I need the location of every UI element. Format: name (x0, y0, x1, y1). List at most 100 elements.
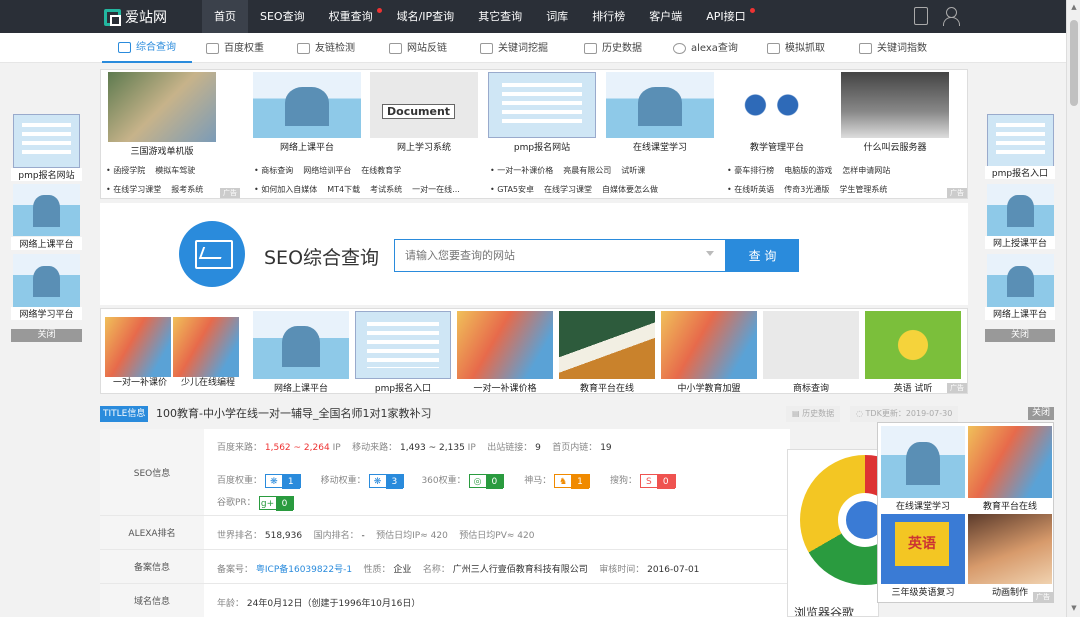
ad-tag[interactable]: 广告 (1033, 592, 1053, 602)
baidu-weight-badge[interactable]: ❋ 1 (264, 473, 301, 489)
ad-link[interactable]: 在线学习课堂 (544, 185, 592, 194)
ad-link[interactable]: 一对一在线... (412, 185, 460, 194)
ad-image[interactable] (105, 317, 171, 377)
ad-image[interactable] (841, 72, 949, 138)
ad-image[interactable] (355, 311, 451, 379)
nav-seo-query[interactable]: SEO查询 (248, 0, 317, 33)
scroll-up-icon[interactable]: ▲ (1070, 3, 1078, 11)
ad-image[interactable] (13, 114, 80, 168)
search-button[interactable]: 查 询 (726, 239, 799, 272)
ad-image[interactable] (13, 184, 80, 236)
ad-tag[interactable]: 广告 (947, 383, 967, 393)
ad-caption[interactable]: pmp报名网站 (11, 168, 82, 181)
ad-link[interactable]: 考试系统 (370, 185, 402, 194)
ad-image[interactable] (606, 72, 714, 138)
nav-weight-query[interactable]: 权重查询 (317, 0, 385, 33)
ad-image[interactable] (457, 311, 553, 379)
tab-friend-link[interactable]: 友链检测 (297, 33, 355, 63)
ad-image[interactable] (173, 317, 239, 377)
ad-image[interactable] (661, 311, 757, 379)
shenma-badge[interactable]: ♞ 1 (554, 473, 590, 489)
mobile-icon[interactable] (914, 7, 928, 25)
right-side-ad[interactable]: pmp报名入口 网上授课平台 网络上课平台 (985, 109, 1055, 328)
ad-link[interactable]: 学生管理系统 (839, 185, 887, 194)
mobile-from-value[interactable]: 1,493 ~ 2,135 (400, 443, 465, 453)
ad-caption[interactable]: 三年级英语复习 (881, 585, 965, 598)
ad-link[interactable]: 函授学院 (113, 166, 145, 175)
tab-crawl-sim[interactable]: 模拟抓取 (767, 33, 825, 63)
ad-caption[interactable]: 教育平台在线 (968, 499, 1052, 512)
ad-link[interactable]: 网络培训平台 (303, 166, 351, 175)
nav-ranking[interactable]: 排行榜 (580, 0, 637, 33)
ad-image[interactable] (987, 184, 1054, 236)
ad-caption[interactable]: 少儿在线编程 (173, 375, 243, 388)
ad-caption[interactable]: 网络上课平台 (985, 307, 1055, 320)
ad-link[interactable]: 传奇3光通版 (784, 185, 829, 194)
ad-link[interactable]: 电脑版的游戏 (784, 166, 832, 175)
outlinks-value[interactable]: 9 (535, 443, 541, 453)
mid-ad-banner[interactable]: 一对一补课价 少儿在线编程 网络上课平台 pmp报名入口 一对一补课价格 教育平… (100, 308, 968, 394)
ad-image[interactable] (987, 254, 1054, 307)
tdk-update[interactable]: ◌ TDK更新：2019-07-30 (850, 406, 959, 422)
ad-link[interactable]: 豪车排行榜 (734, 166, 774, 175)
ad-link[interactable]: 如何加入自媒体 (261, 185, 317, 194)
page-scrollbar[interactable]: ▲ ▼ (1066, 0, 1080, 617)
left-ad-close-button[interactable]: 关闭 (11, 329, 82, 342)
ad-link[interactable]: 自媒体要怎么做 (602, 185, 658, 194)
tab-keyword-mining[interactable]: 关键词挖掘 (480, 33, 548, 63)
history-data-button[interactable]: ▤ 历史数据 (786, 406, 841, 422)
ad-link[interactable]: MT4下载 (327, 185, 360, 194)
ad-caption[interactable]: 三国游戏单机版 (108, 144, 216, 157)
ad-caption[interactable]: 一对一补课价格 (457, 381, 553, 394)
nav-api[interactable]: API接口 (694, 0, 757, 33)
ad-caption[interactable]: 网络上课平台 (253, 140, 361, 153)
ad-image[interactable] (968, 514, 1052, 584)
ad-link[interactable]: 怎样申请网站 (842, 166, 890, 175)
tab-baidu-weight[interactable]: 百度权重 (206, 33, 264, 63)
ad-caption[interactable]: 商标查询 (763, 381, 859, 394)
ad-image[interactable]: 英语 (881, 514, 965, 584)
scroll-thumb[interactable] (1070, 20, 1078, 106)
ad-caption[interactable]: 网络学习平台 (11, 307, 82, 320)
right-ad-close-button[interactable]: 关闭 (985, 329, 1055, 342)
tab-comprehensive[interactable]: 综合查询 (102, 33, 192, 63)
ad-image[interactable] (253, 72, 361, 138)
ad-image[interactable] (13, 254, 80, 307)
ad-caption[interactable]: 一对一补课价 (105, 375, 175, 388)
ad-image[interactable] (559, 311, 655, 379)
ad-image[interactable] (723, 72, 831, 138)
ad-image[interactable] (865, 311, 961, 379)
ad-image[interactable] (968, 426, 1052, 498)
ad-caption[interactable]: 网上授课平台 (985, 236, 1055, 249)
ad-caption[interactable]: 网络上课平台 (11, 237, 82, 250)
icp-no-link[interactable]: 粤ICP备16039822号-1 (256, 565, 352, 575)
ad-caption[interactable]: 中小学教育加盟 (661, 381, 757, 394)
ad-tag[interactable]: 广告 (220, 188, 240, 198)
popup-close-button[interactable]: 关闭 (1028, 407, 1054, 420)
popup-ad[interactable]: 在线课堂学习 教育平台在线 英语 三年级英语复习 动画制作 广告 (877, 422, 1054, 603)
search-input[interactable] (394, 239, 726, 272)
top-ad-banner[interactable]: 三国游戏单机版 网络上课平台 Document 网上学习系统 pmp报名网站 在… (100, 69, 968, 199)
site-logo[interactable]: 爱站网 (104, 7, 167, 27)
tab-alexa[interactable]: alexa查询 (673, 33, 738, 63)
ad-image[interactable] (253, 311, 349, 379)
ad-caption[interactable]: 在线课堂学习 (606, 140, 714, 153)
world-rank-value[interactable]: 518,936 (265, 531, 302, 541)
w360-badge[interactable]: ◎ 0 (468, 473, 505, 489)
ad-image[interactable] (488, 72, 596, 138)
chrome-ad[interactable]: 浏览器谷歌 (787, 449, 879, 617)
google-badge[interactable]: g+ 0 (258, 495, 295, 511)
tab-history[interactable]: 历史数据 (584, 33, 642, 63)
inlinks-value[interactable]: 19 (600, 443, 611, 453)
mobile-weight-badge[interactable]: ❋ 3 (368, 473, 405, 489)
scroll-down-icon[interactable]: ▼ (1070, 604, 1078, 612)
ad-link[interactable]: 模拟车驾驶 (155, 166, 195, 175)
ad-link[interactable]: 亮晨有限公司 (563, 166, 611, 175)
nav-home[interactable]: 首页 (202, 0, 248, 33)
ad-tag[interactable]: 广告 (947, 188, 967, 198)
tab-backlinks[interactable]: 网站反链 (389, 33, 447, 63)
nav-wordbank[interactable]: 词库 (534, 0, 580, 33)
ad-caption[interactable]: 教学管理平台 (723, 140, 831, 153)
ad-image[interactable] (987, 114, 1054, 168)
ad-caption[interactable]: pmp报名入口 (985, 166, 1055, 179)
